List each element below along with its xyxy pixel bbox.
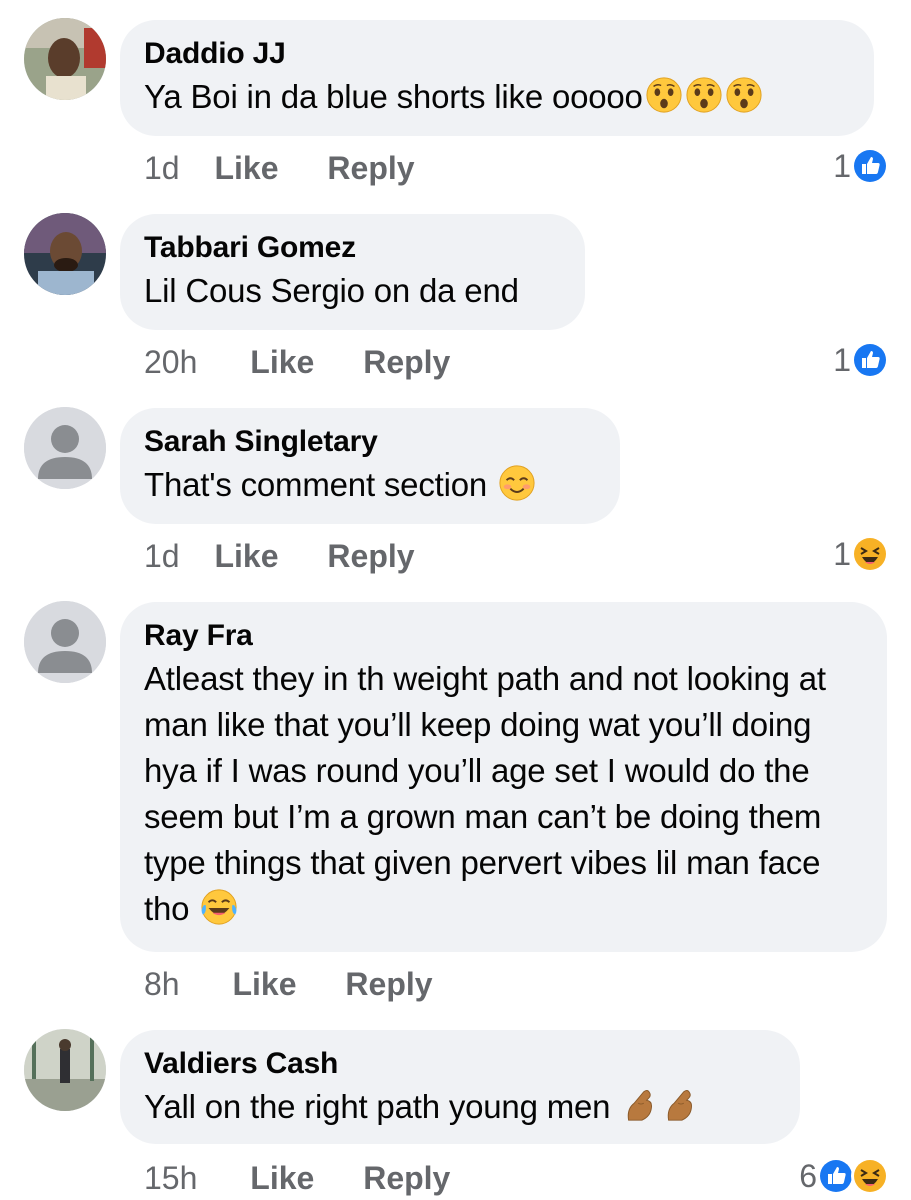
comment-author[interactable]: Sarah Singletary bbox=[144, 422, 594, 462]
comment-timestamp[interactable]: 1d bbox=[144, 148, 180, 188]
reaction-count: 1 bbox=[833, 535, 851, 572]
comment-timestamp[interactable]: 1d bbox=[144, 536, 180, 576]
avatar[interactable] bbox=[24, 18, 106, 100]
pinched-fingers-icon bbox=[661, 1086, 699, 1124]
reaction-count: 1 bbox=[833, 147, 851, 184]
reply-button[interactable]: Reply bbox=[363, 1158, 450, 1198]
comment-bubble: Daddio JJ Ya Boi in da blue shorts like … bbox=[120, 20, 874, 136]
comment-text-content: That's comment section bbox=[144, 466, 488, 503]
comment-bubble: Ray Fra Atleast they in th weight path a… bbox=[120, 602, 887, 952]
comment-text: Lil Cous Sergio on da end bbox=[144, 272, 519, 309]
tears-of-joy-face-icon bbox=[200, 888, 238, 926]
astonished-face-icon bbox=[725, 76, 763, 114]
haha-reaction-icon bbox=[851, 535, 889, 573]
comment-author[interactable]: Ray Fra bbox=[144, 616, 861, 656]
avatar[interactable] bbox=[24, 213, 106, 295]
comment-text: That's comment section bbox=[144, 462, 594, 508]
astonished-face-icon bbox=[685, 76, 723, 114]
reaction-summary[interactable]: 1 bbox=[833, 146, 889, 186]
comment-text: Yall on the right path young men bbox=[144, 1084, 774, 1130]
like-button[interactable]: Like bbox=[214, 536, 278, 576]
comment-text-content: Yall on the right path young men bbox=[144, 1088, 611, 1125]
comment-timestamp[interactable]: 8h bbox=[144, 964, 180, 1004]
like-button[interactable]: Like bbox=[232, 964, 296, 1004]
comment-actions: 1d Like Reply bbox=[144, 148, 455, 188]
comment-author[interactable]: Tabbari Gomez bbox=[144, 228, 559, 268]
like-button[interactable]: Like bbox=[214, 148, 278, 188]
like-button[interactable]: Like bbox=[250, 342, 314, 382]
like-reaction-icon bbox=[851, 147, 889, 185]
smiling-blush-face-icon bbox=[498, 464, 536, 502]
comment-bubble: Sarah Singletary That's comment section bbox=[120, 408, 620, 524]
reply-button[interactable]: Reply bbox=[327, 148, 414, 188]
reaction-summary[interactable]: 1 bbox=[833, 340, 889, 380]
comment-timestamp[interactable]: 20h bbox=[144, 342, 197, 382]
astonished-face-icon bbox=[645, 76, 683, 114]
comment-actions: 8h Like Reply bbox=[144, 964, 473, 1004]
like-reaction-icon bbox=[817, 1157, 855, 1195]
reply-button[interactable]: Reply bbox=[345, 964, 432, 1004]
pinched-fingers-icon bbox=[621, 1086, 659, 1124]
reaction-count: 1 bbox=[833, 341, 851, 378]
comment-timestamp[interactable]: 15h bbox=[144, 1158, 197, 1198]
comment-bubble: Valdiers Cash Yall on the right path you… bbox=[120, 1030, 800, 1144]
comment-text-content: Atleast they in th weight path and not l… bbox=[144, 660, 826, 927]
comment-thread: Daddio JJ Ya Boi in da blue shorts like … bbox=[0, 0, 911, 1200]
comment-bubble: Tabbari Gomez Lil Cous Sergio on da end bbox=[120, 214, 585, 330]
like-button[interactable]: Like bbox=[250, 1158, 314, 1198]
avatar[interactable] bbox=[24, 601, 106, 683]
reply-button[interactable]: Reply bbox=[327, 536, 414, 576]
comment-author[interactable]: Valdiers Cash bbox=[144, 1044, 774, 1084]
comment-text: Ya Boi in da blue shorts like ooooo bbox=[144, 74, 848, 120]
comment-actions: 1d Like Reply bbox=[144, 536, 455, 576]
reply-button[interactable]: Reply bbox=[363, 342, 450, 382]
haha-reaction-icon bbox=[851, 1157, 889, 1195]
comment-author[interactable]: Daddio JJ bbox=[144, 34, 848, 74]
like-reaction-icon bbox=[851, 341, 889, 379]
reaction-summary[interactable]: 6 bbox=[799, 1156, 889, 1196]
comment-actions: 15h Like Reply bbox=[144, 1158, 490, 1198]
avatar[interactable] bbox=[24, 407, 106, 489]
reaction-count: 6 bbox=[799, 1157, 817, 1194]
reaction-summary[interactable]: 1 bbox=[833, 534, 889, 574]
comment-actions: 20h Like Reply bbox=[144, 342, 490, 382]
comment-text: Atleast they in th weight path and not l… bbox=[144, 656, 861, 932]
avatar[interactable] bbox=[24, 1029, 106, 1111]
comment-text-content: Ya Boi in da blue shorts like ooooo bbox=[144, 78, 643, 115]
